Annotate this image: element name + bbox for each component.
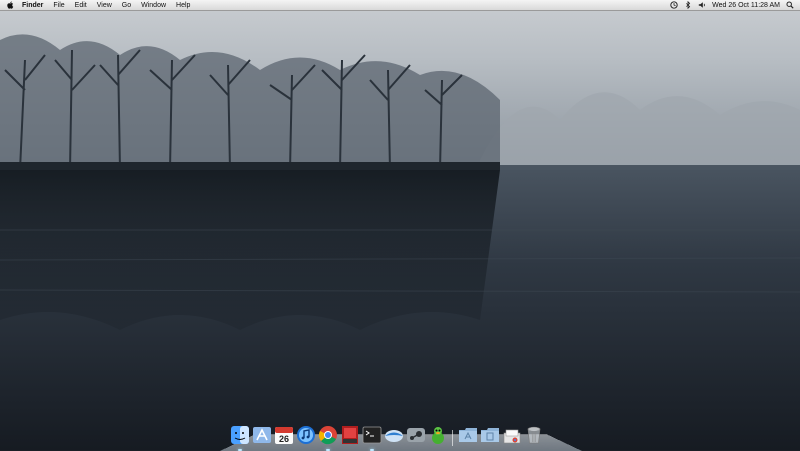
- menu-bar: Finder File Edit View Go Window Help Wed…: [0, 0, 800, 11]
- dock-finder[interactable]: [230, 424, 250, 451]
- terminal-icon: [362, 426, 382, 444]
- dock-adium[interactable]: [428, 424, 448, 446]
- spotlight-search-icon[interactable]: [786, 1, 794, 9]
- steam-icon: [407, 428, 425, 442]
- desktop-wallpaper: [0, 0, 800, 450]
- trash-icon: [527, 426, 541, 444]
- adium-duck-icon: [432, 427, 444, 444]
- bluetooth-icon[interactable]: [684, 1, 692, 9]
- dock-itunes[interactable]: [296, 424, 316, 446]
- menu-edit[interactable]: Edit: [70, 0, 92, 11]
- dock-downloads-stack[interactable]: [502, 424, 522, 446]
- time-machine-icon[interactable]: [670, 1, 678, 9]
- dock-ical[interactable]: 26: [274, 424, 294, 446]
- mail-icon: [385, 430, 403, 442]
- dock-separator: [450, 426, 456, 446]
- dock-steam[interactable]: [406, 424, 426, 446]
- itunes-icon: [297, 426, 315, 444]
- chrome-icon: [318, 426, 337, 445]
- dock-chrome[interactable]: [318, 424, 338, 451]
- apple-menu[interactable]: [3, 1, 17, 9]
- applications-folder-icon: [459, 428, 477, 442]
- menu-file[interactable]: File: [48, 0, 69, 11]
- calendar-day: 26: [279, 434, 289, 444]
- menu-help[interactable]: Help: [171, 0, 195, 11]
- dock-photo-booth[interactable]: [340, 424, 360, 446]
- dock-applications-folder[interactable]: [458, 424, 478, 446]
- documents-folder-icon: [481, 428, 499, 442]
- dock-mail[interactable]: [384, 424, 404, 446]
- dock-documents-folder[interactable]: [480, 424, 500, 446]
- menu-window[interactable]: Window: [136, 0, 171, 11]
- menu-app-finder[interactable]: Finder: [17, 0, 48, 11]
- menu-go[interactable]: Go: [117, 0, 136, 11]
- volume-icon[interactable]: [698, 1, 706, 9]
- dock-app-store[interactable]: [252, 424, 272, 446]
- menu-view[interactable]: View: [92, 0, 117, 11]
- downloads-stack-icon: [503, 429, 521, 444]
- status-area: Wed 26 Oct 11:28 AM: [670, 1, 800, 9]
- app-store-icon: [253, 427, 271, 443]
- dock-terminal[interactable]: [362, 424, 382, 451]
- photo-booth-icon: [342, 426, 358, 444]
- apple-icon: [6, 1, 13, 9]
- menu-clock[interactable]: Wed 26 Oct 11:28 AM: [712, 2, 780, 9]
- finder-icon: [231, 426, 249, 444]
- calendar-icon: 26: [275, 427, 293, 444]
- dock-trash[interactable]: [524, 424, 544, 446]
- dock: 26: [230, 418, 544, 451]
